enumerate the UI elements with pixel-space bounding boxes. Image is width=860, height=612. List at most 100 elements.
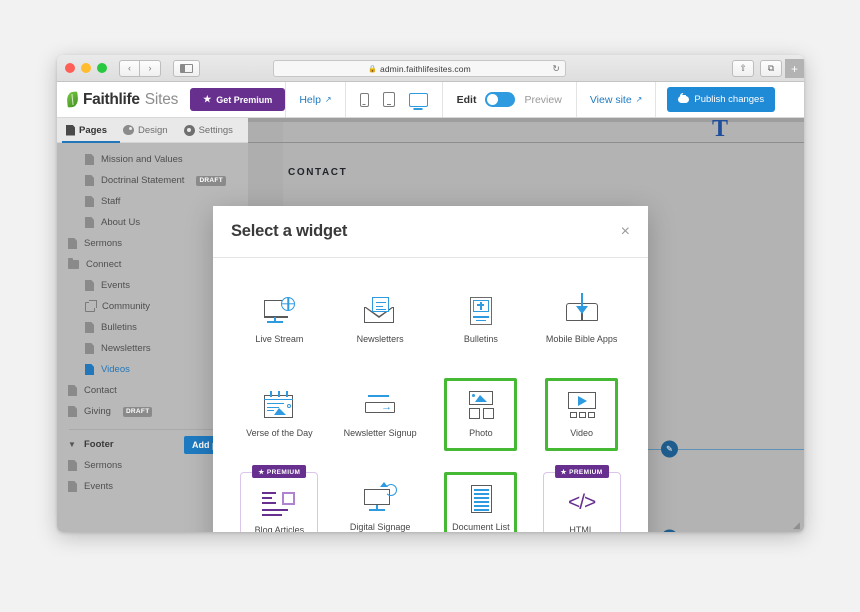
preview-label: Preview: [524, 93, 562, 106]
widget-option-box[interactable]: Digital Signage: [344, 472, 417, 532]
footer-group-label: Footer: [84, 439, 114, 450]
edit-section-pencil-icon[interactable]: ✎: [661, 529, 678, 532]
sidebar-divider: [69, 429, 236, 430]
forward-button[interactable]: ›: [140, 59, 161, 77]
help-link[interactable]: Help ↗: [299, 94, 331, 106]
lock-icon: 🔒: [368, 65, 378, 73]
tablet-preview-icon[interactable]: [382, 92, 395, 107]
edit-preview-toggle-group: Edit Preview: [441, 82, 576, 117]
widget-option[interactable]: Document List: [431, 458, 532, 532]
publish-changes-button[interactable]: Publish changes: [667, 87, 776, 112]
tab-pages[interactable]: Pages: [66, 124, 107, 136]
get-premium-button[interactable]: ★ Get Premium: [190, 88, 286, 111]
page-icon: [85, 217, 94, 228]
tab-settings[interactable]: Settings: [183, 124, 233, 136]
photo-icon: [464, 391, 498, 421]
brand-secondary-text: Sites: [144, 90, 179, 108]
desktop-preview-icon[interactable]: [408, 92, 428, 107]
widget-option-box[interactable]: Newsletters: [344, 284, 417, 357]
widget-option-label: HTML: [569, 524, 594, 533]
sidebar-page-item[interactable]: Doctrinal Statement DRAFT: [57, 170, 248, 191]
widget-option-box[interactable]: Document List: [444, 472, 518, 532]
help-cell: Help ↗: [285, 82, 344, 117]
widget-option-box[interactable]: ★ PREMIUM </> HTML: [542, 465, 621, 533]
cloud-upload-icon: [678, 91, 690, 103]
sidebar-page-item[interactable]: Mission and Values: [57, 149, 248, 170]
text-widget-icon[interactable]: T: [712, 118, 734, 142]
widget-option-box[interactable]: Video: [545, 378, 619, 451]
resize-grip-icon[interactable]: ◢: [793, 521, 802, 530]
view-site-link[interactable]: View site ↗: [590, 94, 643, 106]
star-icon: ★: [203, 94, 212, 104]
page-icon: [85, 322, 94, 333]
page-icon: [85, 343, 94, 354]
widget-option-box[interactable]: Bulletins: [444, 284, 517, 357]
tab-pages-label: Pages: [79, 124, 107, 136]
widget-option[interactable]: Newsletters: [330, 270, 431, 364]
document-list-icon: [464, 485, 498, 515]
widget-option[interactable]: → Newsletter Signup: [330, 364, 431, 458]
widget-option-box[interactable]: ★ PREMIUM Blog Articles: [240, 465, 319, 533]
draft-badge: DRAFT: [196, 175, 226, 186]
edit-section-pencil-icon[interactable]: ✎: [661, 440, 678, 458]
widget-option-box[interactable]: Verse of the Day: [243, 378, 316, 451]
sidebar-tabs: Pages Design Settings: [57, 118, 248, 143]
help-label: Help: [299, 93, 321, 106]
widget-option[interactable]: Mobile Bible Apps: [531, 270, 632, 364]
widget-option[interactable]: Live Stream: [229, 270, 330, 364]
widget-option-box[interactable]: Photo: [444, 378, 518, 451]
brand-logo[interactable]: Faithlife Sites: [57, 82, 190, 117]
sidebar-page-label: About Us: [101, 217, 141, 228]
get-premium-label: Get Premium: [216, 94, 273, 105]
url-text: admin.faithlifesites.com: [380, 63, 471, 74]
canvas-nav-rule: [248, 142, 804, 143]
widget-option[interactable]: ★ PREMIUM Blog Articles: [229, 458, 330, 532]
new-tab-button[interactable]: +: [785, 59, 804, 78]
widget-option-label: Digital Signage: [349, 522, 411, 532]
external-link-icon: ↗: [324, 95, 332, 104]
widget-option-box[interactable]: → Newsletter Signup: [344, 378, 417, 451]
maximize-window-button[interactable]: [97, 63, 107, 73]
widget-grid: Live Stream Newsletters Bulletins Mobile Bi…: [213, 258, 648, 532]
show-tabs-icon[interactable]: ⧉: [760, 60, 782, 77]
widget-option-label: Newsletters: [356, 334, 404, 344]
view-site-cell: View site ↗: [575, 82, 656, 117]
toggle-knob: [487, 94, 499, 105]
widget-option-label: Verse of the Day: [246, 428, 313, 438]
chevron-down-icon: ▼: [68, 440, 76, 449]
widget-option-box[interactable]: Live Stream: [243, 284, 316, 357]
widget-option[interactable]: Bulletins: [431, 270, 532, 364]
close-window-button[interactable]: [65, 63, 75, 73]
widget-option[interactable]: Photo: [431, 364, 532, 458]
widget-option-box[interactable]: Mobile Bible Apps: [545, 284, 618, 357]
window-controls: [65, 63, 107, 73]
page-icon: [85, 280, 94, 291]
close-icon[interactable]: ×: [621, 223, 630, 240]
widget-option-label: Bulletins: [463, 334, 498, 344]
minimize-window-button[interactable]: [81, 63, 91, 73]
html-icon: </>: [567, 490, 596, 514]
tab-design[interactable]: Design: [123, 125, 168, 136]
widget-option-label: Blog Articles: [254, 524, 305, 533]
mobile-bible-apps-icon: [565, 293, 599, 327]
reload-icon[interactable]: ↻: [552, 63, 560, 74]
draft-badge: DRAFT: [122, 406, 153, 417]
back-button[interactable]: ‹: [119, 59, 140, 77]
phone-preview-icon[interactable]: [359, 92, 369, 107]
page-icon: [68, 238, 77, 249]
address-bar[interactable]: 🔒 admin.faithlifesites.com ↻: [273, 60, 566, 77]
navigation-buttons: ‹ ›: [119, 59, 161, 77]
sidebar-page-label: Doctrinal Statement: [101, 175, 185, 186]
sidebar-toggle-button[interactable]: [173, 59, 200, 77]
tab-design-label: Design: [138, 124, 168, 136]
widget-option[interactable]: Video: [531, 364, 632, 458]
document-icon: [66, 124, 75, 136]
page-icon: [68, 481, 77, 492]
folder-icon: [68, 258, 79, 269]
app-header: Faithlife Sites ★ Get Premium Help ↗ Edi…: [57, 82, 804, 118]
share-icon[interactable]: ⇧: [732, 60, 754, 77]
widget-option[interactable]: Verse of the Day: [229, 364, 330, 458]
widget-option[interactable]: ★ PREMIUM </> HTML: [531, 458, 632, 532]
edit-preview-toggle[interactable]: [485, 92, 516, 107]
widget-option[interactable]: Digital Signage: [330, 458, 431, 532]
